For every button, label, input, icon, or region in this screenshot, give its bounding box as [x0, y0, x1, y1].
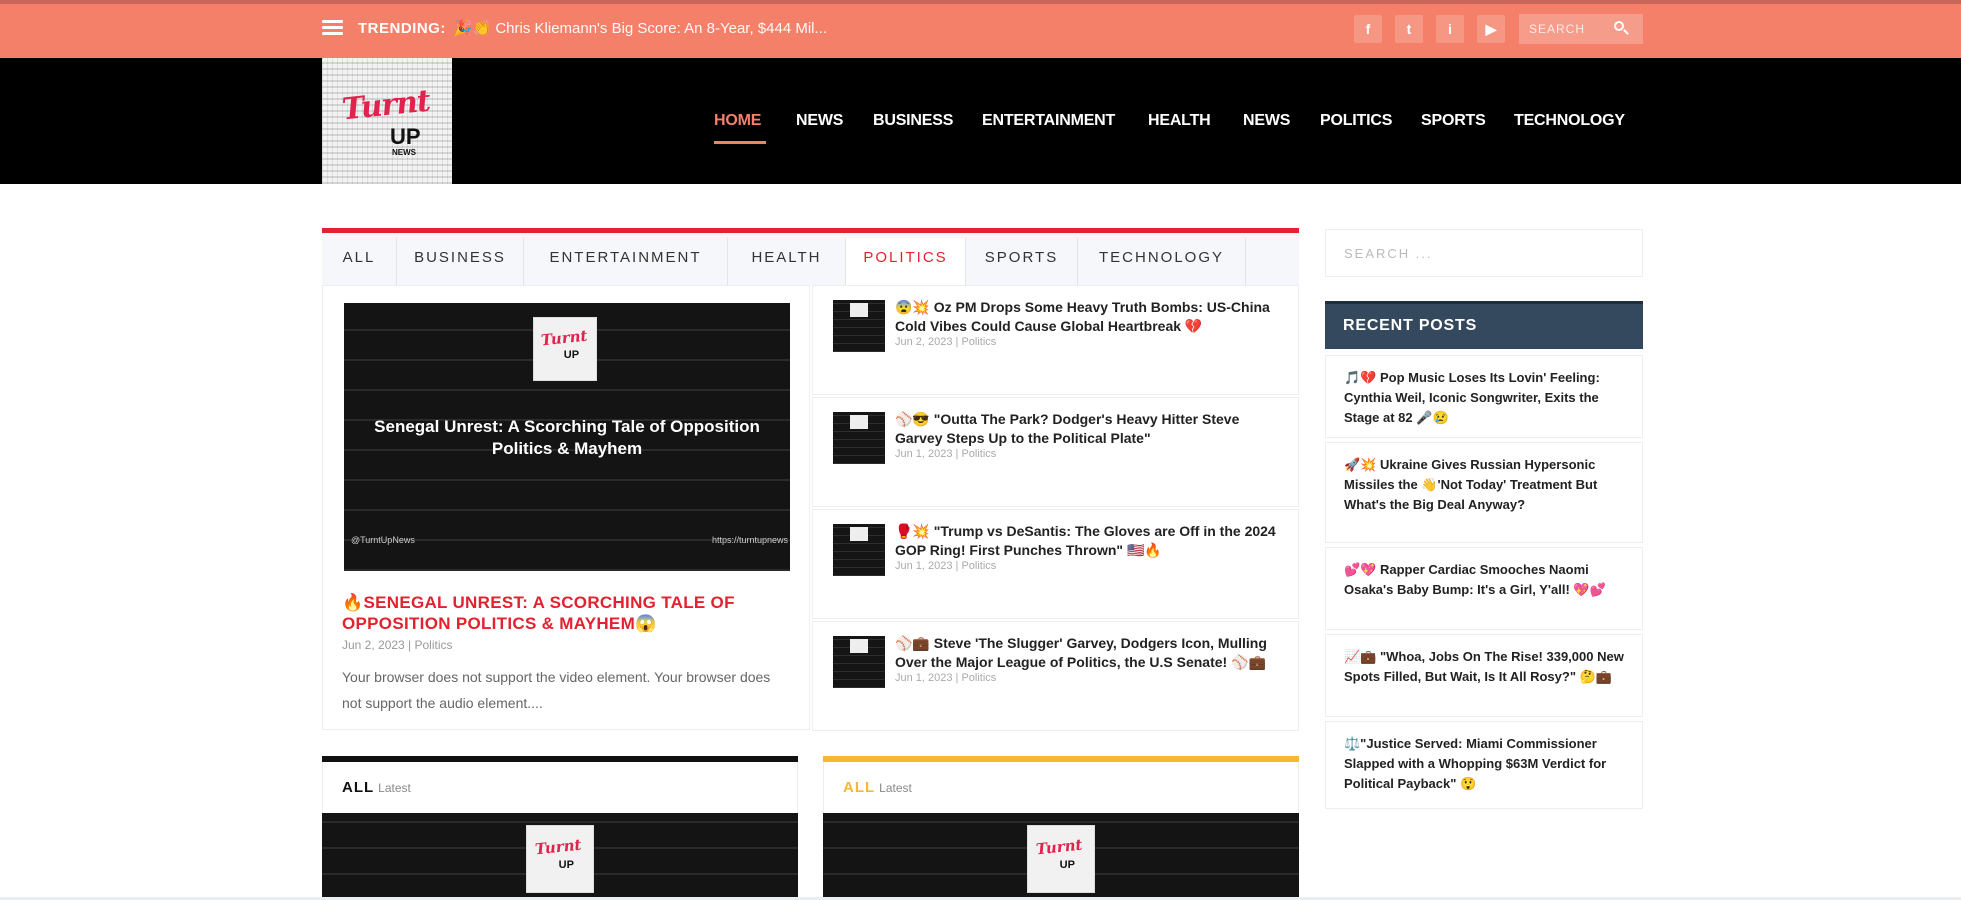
nav-news[interactable]: NEWS: [796, 112, 843, 134]
site-header: [0, 58, 1961, 184]
section-image[interactable]: Turnt UP: [823, 813, 1299, 900]
image-logo: Turnt UP: [1027, 825, 1095, 893]
list-item-title[interactable]: ⚾😎 "Outta The Park? Dodger's Heavy Hitte…: [895, 410, 1280, 448]
section-latest-left: ALL Latest Turnt UP: [322, 756, 798, 900]
tab-entertainment[interactable]: ENTERTAINMENT: [524, 238, 728, 290]
youtube-icon[interactable]: ▶: [1477, 15, 1505, 43]
site-logo[interactable]: Turnt UP NEWS: [322, 58, 452, 184]
tab-sports[interactable]: SPORTS: [966, 238, 1078, 290]
post-thumbnail[interactable]: [833, 412, 885, 464]
tab-health[interactable]: HEALTH: [728, 238, 846, 290]
nav-home[interactable]: HOME: [714, 112, 761, 134]
recent-post-item[interactable]: 📈💼 "Whoa, Jobs On The Rise! 339,000 New …: [1325, 634, 1643, 717]
category-tabs: ALL BUSINESS ENTERTAINMENT HEALTH POLITI…: [322, 228, 1299, 290]
image-caption: Senegal Unrest: A Scorching Tale of Oppo…: [374, 417, 760, 458]
featured-post-title[interactable]: 🔥SENEGAL UNREST: A SCORCHING TALE OF OPP…: [342, 592, 762, 634]
tab-politics[interactable]: POLITICS: [846, 238, 966, 290]
nav-sports[interactable]: SPORTS: [1421, 112, 1486, 134]
image-logo: Turnt UP: [526, 825, 594, 893]
logo-up: UP: [390, 124, 421, 149]
trending-bar: [0, 0, 1961, 58]
image-url: https://turntupnews: [711, 535, 788, 545]
trending-ticker[interactable]: TRENDING: 🎉👏 Chris Kliemann's Big Score: …: [358, 18, 827, 40]
nav-business[interactable]: BUSINESS: [873, 112, 953, 134]
list-item[interactable]: ⚾😎 "Outta The Park? Dodger's Heavy Hitte…: [812, 397, 1299, 507]
post-thumbnail[interactable]: [833, 524, 885, 576]
list-item-title[interactable]: 🥊💥 "Trump vs DeSantis: The Gloves are Of…: [895, 522, 1280, 560]
nav-technology[interactable]: TECHNOLOGY: [1514, 112, 1625, 134]
recent-post-item[interactable]: 💕💖 Rapper Cardiac Smooches Naomi Osaka's…: [1325, 547, 1643, 630]
featured-post-image[interactable]: Turnt UP Senegal Unrest: A Scorching Tale…: [344, 303, 790, 571]
list-item-title[interactable]: 😨💥 Oz PM Drops Some Heavy Truth Bombs: U…: [895, 298, 1280, 336]
list-item-meta: Jun 1, 2023 | Politics: [895, 560, 997, 572]
trending-label: TRENDING:: [358, 20, 446, 37]
recent-post-item[interactable]: 🎵💔 Pop Music Loses Its Lovin' Feeling: C…: [1325, 355, 1643, 438]
image-logo: Turnt UP: [533, 317, 597, 381]
logo-sub: NEWS: [392, 148, 416, 157]
instagram-icon[interactable]: i: [1436, 15, 1464, 43]
section-latest-right: ALL Latest Turnt UP: [823, 756, 1299, 900]
list-item[interactable]: 😨💥 Oz PM Drops Some Heavy Truth Bombs: U…: [812, 285, 1299, 395]
menu-icon[interactable]: [322, 20, 343, 36]
nav-news-2[interactable]: NEWS: [1243, 112, 1290, 134]
list-item-meta: Jun 1, 2023 | Politics: [895, 448, 997, 460]
list-item-meta: Jun 2, 2023 | Politics: [895, 336, 997, 348]
recent-posts-heading: RECENT POSTS: [1325, 301, 1643, 349]
sidebar-search-input[interactable]: [1325, 229, 1643, 277]
tab-business[interactable]: BUSINESS: [397, 238, 524, 290]
nav-politics[interactable]: POLITICS: [1320, 112, 1392, 134]
twitter-icon[interactable]: t: [1395, 15, 1423, 43]
list-item[interactable]: 🥊💥 "Trump vs DeSantis: The Gloves are Of…: [812, 509, 1299, 619]
featured-post-meta: Jun 2, 2023 | Politics: [342, 638, 453, 652]
list-item-title[interactable]: ⚾💼 Steve 'The Slugger' Garvey, Dodgers I…: [895, 634, 1280, 672]
search-icon[interactable]: [1612, 20, 1630, 38]
recent-post-item[interactable]: 🚀💥 Ukraine Gives Russian Hypersonic Miss…: [1325, 442, 1643, 543]
section-image[interactable]: Turnt UP: [322, 813, 798, 900]
tab-technology[interactable]: TECHNOLOGY: [1078, 238, 1246, 290]
image-handle: @TurntUpNews: [351, 535, 415, 545]
nav-health[interactable]: HEALTH: [1148, 112, 1211, 134]
tab-all[interactable]: ALL: [322, 238, 397, 290]
nav-entertainment[interactable]: ENTERTAINMENT: [982, 112, 1115, 134]
trending-headline[interactable]: 🎉👏 Chris Kliemann's Big Score: An 8-Year…: [454, 20, 827, 37]
recent-post-item[interactable]: ⚖️"Justice Served: Miami Commissioner Sl…: [1325, 721, 1643, 809]
post-thumbnail[interactable]: [833, 636, 885, 688]
facebook-icon[interactable]: f: [1354, 15, 1382, 43]
post-thumbnail[interactable]: [833, 300, 885, 352]
nav-active-underline: [714, 141, 766, 144]
list-item[interactable]: ⚾💼 Steve 'The Slugger' Garvey, Dodgers I…: [812, 621, 1299, 731]
section-heading[interactable]: ALL Latest: [342, 779, 411, 796]
section-accent-bar: [322, 756, 798, 762]
list-item-meta: Jun 1, 2023 | Politics: [895, 672, 997, 684]
featured-post-excerpt: Your browser does not support the video …: [342, 669, 771, 711]
section-heading[interactable]: ALL Latest: [843, 779, 912, 796]
section-accent-bar: [823, 756, 1299, 762]
